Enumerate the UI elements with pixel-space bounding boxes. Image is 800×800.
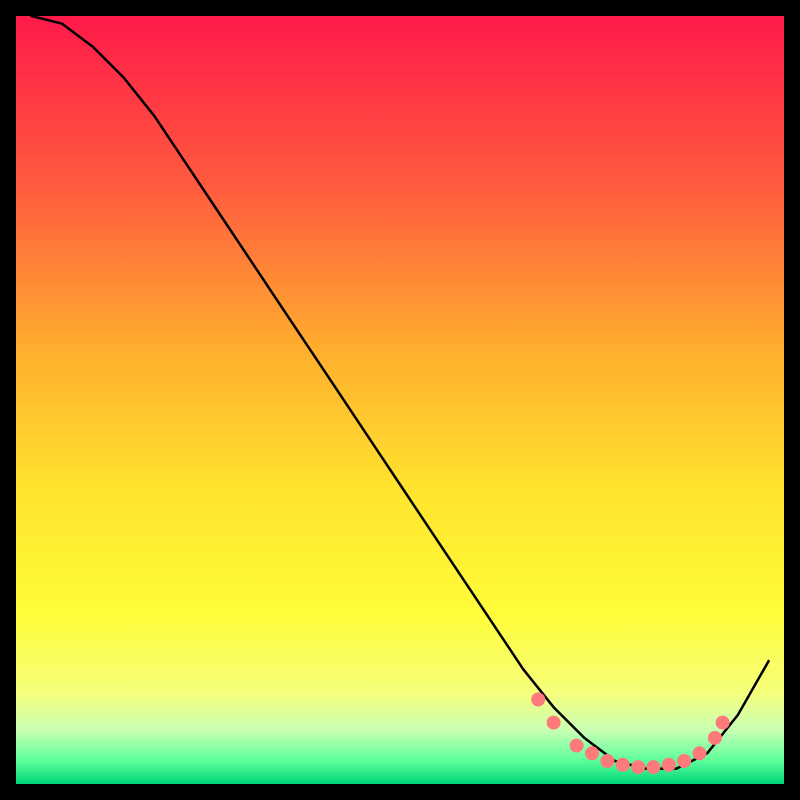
optimal-zone-dots-point: [662, 758, 676, 772]
bottleneck-plot: [16, 16, 784, 784]
optimal-zone-dots-point: [677, 754, 691, 768]
optimal-zone-dots-point: [547, 716, 561, 730]
optimal-zone-dots-point: [646, 760, 660, 774]
gradient-background: [16, 16, 784, 784]
chart-frame: TheBottleneck.com: [16, 16, 784, 784]
optimal-zone-dots-point: [531, 693, 545, 707]
optimal-zone-dots-point: [570, 739, 584, 753]
optimal-zone-dots-point: [616, 758, 630, 772]
optimal-zone-dots-point: [600, 754, 614, 768]
optimal-zone-dots-point: [716, 716, 730, 730]
optimal-zone-dots-point: [693, 746, 707, 760]
optimal-zone-dots-point: [585, 746, 599, 760]
optimal-zone-dots-point: [708, 731, 722, 745]
optimal-zone-dots-point: [631, 760, 645, 774]
